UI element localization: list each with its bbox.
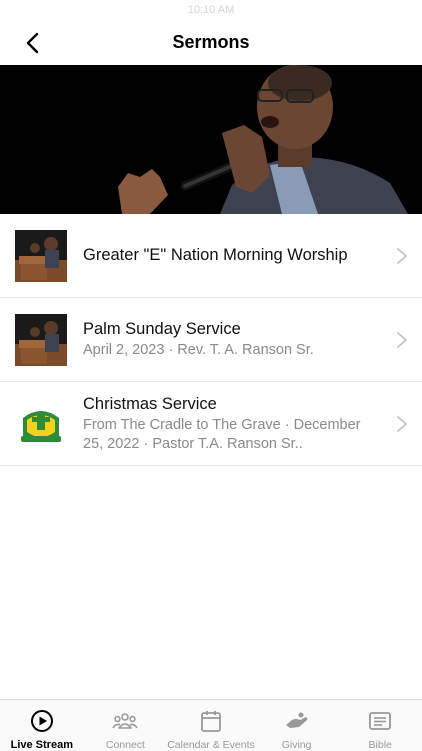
chevron-right-icon (397, 247, 407, 264)
tab-label: Bible (368, 739, 392, 751)
sermon-subtitle: From The Cradle to The Grave · December … (83, 416, 361, 452)
chevron-left-icon (26, 32, 39, 54)
tab-bible[interactable]: Bible (338, 700, 422, 751)
sermon-title: Christmas Service (83, 394, 217, 413)
sermon-thumbnail (15, 314, 67, 366)
sermon-row[interactable]: Greater "E" Nation Morning Worship (0, 214, 422, 298)
tab-label: Live Stream (10, 739, 73, 751)
tab-label: Connect (105, 739, 145, 751)
tab-bar: Live Stream Connect Calendar & Events Gi… (0, 699, 422, 751)
bible-icon (369, 711, 392, 730)
page-title: Sermons (172, 32, 250, 52)
sermon-row[interactable]: Palm Sunday Service April 2, 2023 · Rev.… (0, 298, 422, 382)
giving-hand-icon (285, 712, 307, 728)
sermon-thumbnail (15, 230, 67, 282)
sermon-title: Greater "E" Nation Morning Worship (83, 246, 348, 264)
back-button[interactable] (14, 26, 50, 60)
play-circle-icon (30, 709, 53, 732)
navigation-bar: Sermons (0, 20, 422, 65)
tab-label: Giving (281, 739, 312, 751)
tab-giving[interactable]: Giving (255, 700, 339, 751)
chevron-right-icon (397, 331, 407, 348)
tab-connect[interactable]: Connect (84, 700, 168, 751)
status-time: 10:10 AM (187, 4, 235, 16)
tab-label: Calendar & Events (167, 739, 255, 751)
sermon-list: Greater "E" Nation Morning Worship Palm … (0, 214, 422, 466)
sermon-row[interactable]: Christmas Service From The Cradle to The… (0, 382, 422, 466)
calendar-icon (201, 710, 221, 732)
chevron-right-icon (397, 415, 407, 432)
sermon-subtitle: April 2, 2023 · Rev. T. A. Ranson Sr. (83, 342, 314, 358)
sermon-thumbnail-church-logo (15, 398, 67, 450)
tab-calendar-events[interactable]: Calendar & Events (167, 700, 255, 751)
hero-image-preacher (0, 65, 422, 214)
status-bar: 10:10 AM (0, 0, 422, 20)
people-icon (112, 712, 139, 729)
tab-live-stream[interactable]: Live Stream (0, 700, 84, 751)
sermon-title: Palm Sunday Service (83, 320, 241, 338)
